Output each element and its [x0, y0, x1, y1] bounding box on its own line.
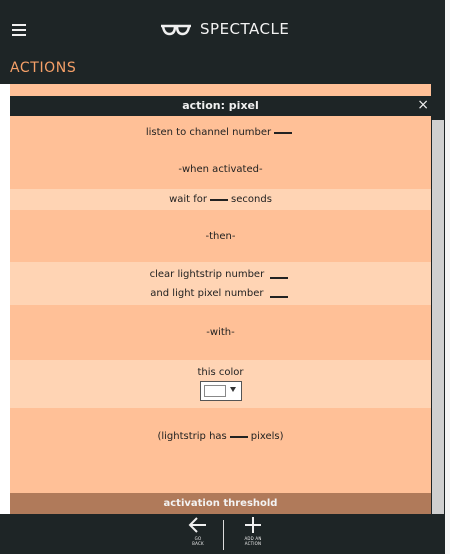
close-icon[interactable]: ×: [417, 97, 429, 113]
scrollbar-thumb[interactable]: [432, 120, 444, 514]
light-pixel-label: and light pixel number: [150, 287, 264, 299]
lightstrip-pixel-row: clear lightstrip number and light pixel …: [10, 262, 431, 305]
with-row: -with-: [10, 305, 431, 360]
pixel-count-input[interactable]: [229, 435, 248, 438]
color-swatch: [203, 385, 226, 397]
light-pixel-line: and light pixel number: [150, 288, 290, 299]
lightstrip-number-input[interactable]: [270, 276, 289, 279]
top-bar: SPECTACLE ACTIONS: [0, 0, 445, 84]
seconds-label: seconds: [231, 194, 272, 205]
pixel-number-input[interactable]: [269, 295, 288, 298]
wait-seconds-input[interactable]: [210, 198, 229, 201]
wait-label: wait for: [169, 194, 208, 205]
action-panel-header: action: pixel ×: [10, 96, 431, 116]
then-label: -then-: [205, 230, 236, 242]
bottom-nav-bar: GO BACK ADD AN ACTION: [0, 514, 445, 554]
channel-number-input[interactable]: [274, 131, 293, 134]
when-activated-label: -when activated-: [178, 163, 263, 175]
clear-lightstrip-line: clear lightstrip number: [150, 269, 292, 280]
section-title: ACTIONS: [10, 60, 77, 76]
hamburger-icon[interactable]: [12, 24, 26, 36]
listen-row: listen to channel number: [10, 116, 431, 149]
go-back-button[interactable]: GO BACK: [173, 516, 223, 546]
app-window: SPECTACLE ACTIONS action: pixel × listen…: [0, 0, 450, 554]
when-activated-row: -when activated-: [10, 149, 431, 189]
nav-divider: [223, 520, 224, 550]
with-label: -with-: [206, 327, 235, 338]
plus-icon: [245, 517, 261, 533]
action-panel-title: action: pixel: [182, 99, 259, 112]
panel-top-spacer: [10, 84, 431, 96]
arrow-left-icon: [188, 517, 206, 533]
pixel-count-row: (lightstrip has pixels): [10, 408, 431, 465]
this-color-label: this color: [197, 367, 244, 378]
action-panel-body: listen to channel number -when activated…: [10, 116, 431, 493]
activation-threshold-header[interactable]: activation threshold: [10, 493, 431, 514]
add-action-label: ADD AN ACTION: [244, 536, 262, 546]
listen-label: listen to channel number: [145, 127, 272, 138]
window-edge: [445, 0, 450, 554]
dropdown-arrow-icon: [229, 387, 236, 392]
pixels-label: pixels): [250, 431, 284, 442]
go-back-label: GO BACK: [192, 536, 204, 546]
brand-name: SPECTACLE: [200, 20, 290, 38]
lightstrip-has-label: (lightstrip has: [157, 431, 227, 442]
clear-lightstrip-label: clear lightstrip number: [149, 268, 265, 280]
wait-row: wait for seconds: [10, 189, 431, 210]
glasses-icon: [161, 24, 191, 36]
color-row: this color: [10, 360, 431, 408]
color-picker[interactable]: [199, 381, 242, 401]
app-logo: SPECTACLE: [160, 18, 289, 40]
then-row: -then-: [10, 210, 431, 262]
panel-bottom-spacer: [10, 465, 431, 493]
add-action-button[interactable]: ADD AN ACTION: [228, 516, 278, 546]
